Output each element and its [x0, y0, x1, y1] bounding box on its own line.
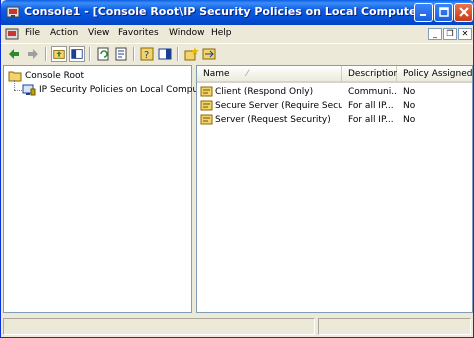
toolbar: ? — [1, 43, 473, 64]
menu-window[interactable]: Window — [169, 28, 205, 38]
policy-assigned: No — [403, 101, 416, 111]
policy-name: Secure Server (Require Security) — [215, 101, 342, 111]
policy-icon — [200, 86, 213, 97]
menu-view[interactable]: View — [88, 28, 109, 38]
column-header-name[interactable]: Name ⁄ — [197, 66, 342, 83]
tree-node-label: IP Security Policies on Local Computer — [39, 85, 211, 95]
export-list-icon[interactable] — [113, 46, 129, 62]
close-button[interactable] — [454, 3, 473, 22]
tree-node-console-root[interactable]: Console Root — [8, 69, 84, 83]
show-hide-action-pane-icon[interactable] — [157, 46, 173, 62]
policy-name: Server (Request Security) — [215, 115, 331, 125]
status-bar — [1, 315, 473, 337]
minimize-icon — [419, 14, 426, 16]
policy-assigned: No — [403, 115, 416, 125]
console-document-icon[interactable] — [5, 27, 19, 41]
status-pane-secondary — [318, 318, 471, 335]
maximize-button[interactable] — [434, 3, 453, 22]
folder-icon — [8, 71, 22, 81]
create-policy-icon[interactable] — [183, 46, 199, 62]
window-title: Console1 - [Console Root\IP Security Pol… — [24, 5, 427, 18]
child-minimize-button[interactable]: _ — [428, 28, 442, 40]
tree-node-label: Console Root — [25, 71, 84, 81]
column-header-policy-assigned[interactable]: Policy Assigned — [397, 66, 472, 83]
refresh-icon[interactable] — [95, 46, 111, 62]
console-tree[interactable]: Console Root IP Security Policies on Loc… — [3, 65, 211, 313]
policy-description: Communi... — [348, 87, 398, 97]
policy-description: For all IP... — [348, 115, 394, 125]
close-icon — [458, 7, 469, 17]
maximize-icon — [438, 7, 449, 17]
forward-arrow-icon[interactable] — [25, 46, 41, 62]
child-close-button[interactable]: ✕ — [458, 28, 472, 40]
child-restore-button[interactable]: ❐ — [443, 28, 457, 40]
column-header-description[interactable]: Description — [342, 66, 399, 83]
result-list[interactable]: Name ⁄ Description Policy Assigned Clien… — [196, 65, 473, 313]
up-one-level-icon[interactable] — [51, 46, 67, 62]
policy-name: Client (Respond Only) — [215, 87, 314, 97]
menu-bar: File Action View Favorites Window Help _… — [1, 25, 473, 43]
back-arrow-icon[interactable] — [6, 46, 22, 62]
menu-help[interactable]: Help — [211, 28, 232, 38]
policy-icon — [200, 114, 213, 125]
svg-text:?: ? — [144, 50, 149, 61]
title-bar[interactable]: Console1 - [Console Root\IP Security Pol… — [1, 0, 474, 25]
policy-icon — [200, 100, 213, 111]
manage-filters-icon[interactable] — [201, 46, 217, 62]
sort-ascending-icon: ⁄ — [246, 69, 248, 79]
mmc-window: Console1 - [Console Root\IP Security Pol… — [0, 0, 474, 338]
policy-assigned: No — [403, 87, 416, 97]
mmc-console-icon — [6, 6, 20, 18]
help-icon[interactable]: ? — [139, 46, 155, 62]
menu-file[interactable]: File — [25, 28, 40, 38]
tree-node-ip-security-policies[interactable]: IP Security Policies on Local Computer — [22, 83, 211, 97]
status-pane-main — [3, 318, 315, 335]
minimize-button[interactable] — [414, 3, 433, 22]
ip-security-policy-icon — [22, 84, 36, 95]
show-hide-tree-icon[interactable] — [69, 46, 85, 62]
policy-description: For all IP... — [348, 101, 394, 111]
menu-action[interactable]: Action — [50, 28, 78, 38]
menu-favorites[interactable]: Favorites — [118, 28, 159, 38]
